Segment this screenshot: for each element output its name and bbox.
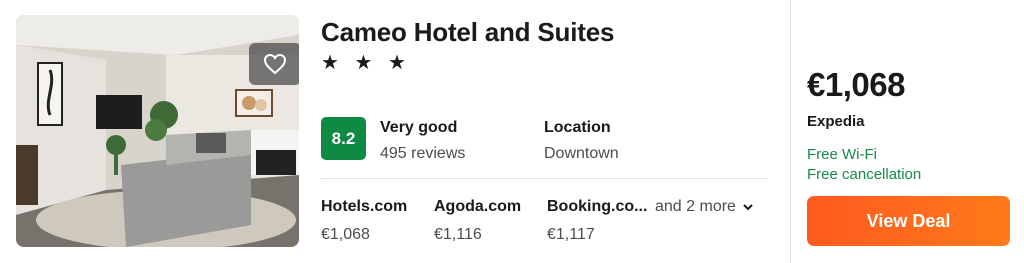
score-badge: 8.2 <box>321 117 366 160</box>
deal-price: €1,068 <box>807 66 905 103</box>
chevron-down-icon <box>743 204 753 211</box>
hotel-name[interactable]: Cameo Hotel and Suites <box>321 17 614 48</box>
divider <box>321 178 768 179</box>
provider-price: €1,116 <box>434 226 482 243</box>
provider-agoda[interactable]: Agoda.com <box>434 198 521 216</box>
provider-booking[interactable]: Booking.co... <box>547 198 647 216</box>
more-providers-label: and 2 more <box>655 198 736 215</box>
column-divider <box>790 0 791 263</box>
rating-text: Very good <box>380 119 458 136</box>
hotel-photo[interactable] <box>16 15 299 247</box>
deal-provider: Expedia <box>807 113 865 130</box>
location-label: Location <box>544 119 611 136</box>
heart-icon <box>263 53 287 75</box>
amenity-wifi: Free Wi-Fi <box>807 146 877 163</box>
provider-price: €1,117 <box>547 226 595 243</box>
favorite-button[interactable] <box>249 43 299 85</box>
location-value: Downtown <box>544 145 619 162</box>
amenity-cancellation: Free cancellation <box>807 166 922 183</box>
provider-hotels-com[interactable]: Hotels.com <box>321 198 407 216</box>
view-deal-button[interactable]: View Deal <box>807 196 1010 246</box>
hotel-result-card[interactable]: Cameo Hotel and Suites ★ ★ ★ 8.2 Very go… <box>0 0 1024 263</box>
star-rating: ★ ★ ★ <box>321 52 411 74</box>
provider-price: €1,068 <box>321 226 370 243</box>
more-providers-toggle[interactable]: and 2 more <box>655 198 754 216</box>
review-count: 495 reviews <box>380 145 466 162</box>
